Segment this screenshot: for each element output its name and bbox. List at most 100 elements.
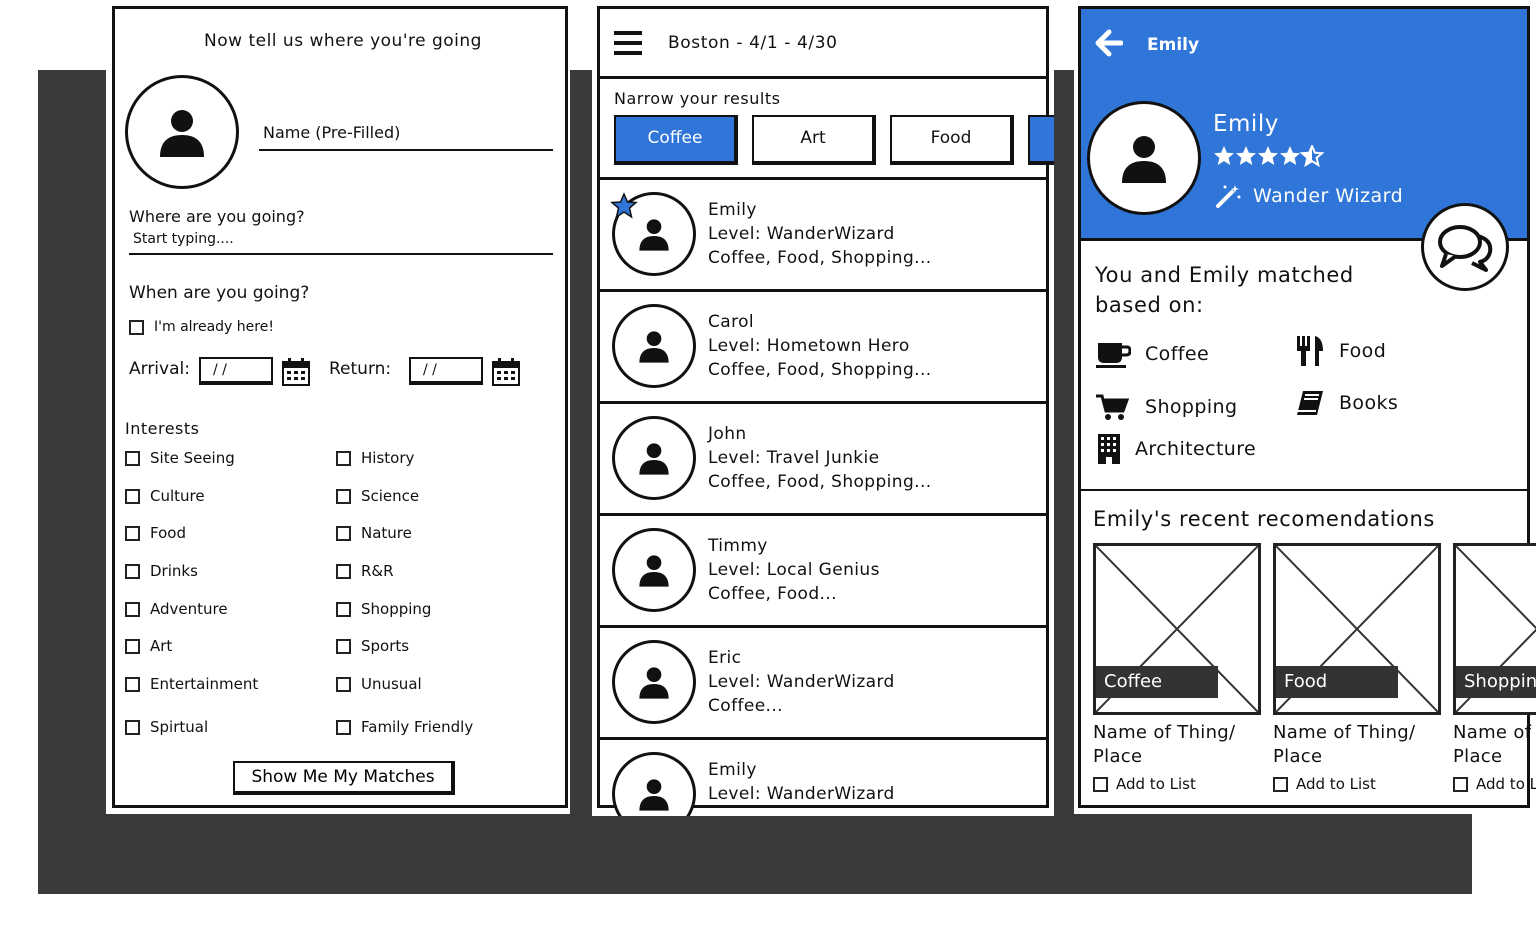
- result-level: Level: WanderWizard: [708, 784, 895, 804]
- interest-label: Sports: [361, 637, 410, 655]
- add-to-list-label: Add to List: [1116, 775, 1196, 793]
- interest-label: Entertainment: [150, 675, 259, 693]
- interest-option[interactable]: Site Seeing: [125, 449, 235, 467]
- result-interests: Coffee, Food, Shopping...: [708, 360, 932, 380]
- interest-option[interactable]: Unusual: [336, 675, 422, 693]
- category-tag: Food: [1276, 666, 1398, 698]
- user-icon: [639, 667, 669, 699]
- filter-food[interactable]: Food: [890, 115, 1014, 165]
- results-screen: Boston - 4/1 - 4/30 Narrow your results …: [592, 0, 1054, 816]
- avatar[interactable]: [125, 75, 239, 189]
- user-icon: [160, 110, 204, 157]
- result-name: John: [708, 424, 747, 444]
- result-interests: Coffee, Food, Shopping...: [708, 248, 932, 268]
- recommendation-card[interactable]: Food Name of Thing/Place Add to List: [1273, 543, 1441, 793]
- magic-wand-icon: [1216, 185, 1241, 208]
- user-icon: [1122, 136, 1166, 183]
- already-here-option[interactable]: I'm already here!: [129, 319, 274, 335]
- building-icon: [1098, 434, 1120, 464]
- interest-option[interactable]: Nature: [336, 524, 412, 542]
- interest-checkbox[interactable]: [336, 676, 351, 692]
- chat-button[interactable]: [1421, 203, 1509, 291]
- add-to-list-option[interactable]: Add to List: [1273, 775, 1441, 793]
- matched-interest-label: Books: [1339, 392, 1399, 414]
- interest-option[interactable]: History: [336, 449, 414, 467]
- arrival-date-input[interactable]: / /: [199, 357, 273, 385]
- recommendation-card[interactable]: Shopping Name of Thing/Place Add to List: [1453, 543, 1536, 793]
- interest-checkbox[interactable]: [125, 719, 140, 735]
- user-icon: [639, 443, 669, 475]
- category-tag: Coffee: [1096, 666, 1218, 698]
- add-to-list-label: Add to List: [1296, 775, 1376, 793]
- filter-art[interactable]: Art: [752, 115, 876, 165]
- interest-checkbox[interactable]: [336, 563, 351, 579]
- calendar-icon[interactable]: [491, 357, 521, 387]
- matched-interest-label: Architecture: [1135, 438, 1257, 460]
- list-item[interactable]: Carol Level: Hometown Hero Coffee, Food,…: [600, 292, 1046, 404]
- result-level: Level: Travel Junkie: [708, 448, 880, 468]
- interest-option[interactable]: Entertainment: [125, 675, 258, 693]
- interest-checkbox[interactable]: [336, 601, 351, 617]
- avatar: [1087, 101, 1201, 215]
- rating-stars-icon: [1214, 145, 1325, 167]
- interest-checkbox[interactable]: [336, 450, 351, 466]
- list-item[interactable]: Emily Level: WanderWizard Coffee, Food, …: [600, 180, 1046, 292]
- interest-option[interactable]: Sports: [336, 637, 409, 655]
- add-to-list-option[interactable]: Add to List: [1453, 775, 1536, 793]
- recommendation-card[interactable]: Coffee Name of Thing/Place Add to List: [1093, 543, 1261, 793]
- interests-heading: Interests: [125, 419, 200, 438]
- interest-checkbox[interactable]: [125, 638, 140, 654]
- avatar: [612, 416, 696, 500]
- interest-label: Spirtual: [150, 718, 209, 736]
- profile-screen: Emily Emily Wander Wizard You and Emily …: [1074, 0, 1536, 814]
- name-field[interactable]: Name (Pre-Filled): [259, 123, 553, 151]
- filter-coffee[interactable]: Coffee: [614, 115, 738, 165]
- calendar-icon[interactable]: [281, 357, 311, 387]
- return-date-input[interactable]: / /: [409, 357, 483, 385]
- interest-checkbox[interactable]: [336, 638, 351, 654]
- matched-interest-label: Food: [1339, 340, 1387, 362]
- add-to-list-checkbox[interactable]: [1273, 776, 1288, 792]
- destination-input[interactable]: Start typing....: [129, 231, 553, 255]
- interest-option[interactable]: Art: [125, 637, 172, 655]
- back-arrow-icon[interactable]: [1095, 29, 1123, 57]
- phone-frame: Boston - 4/1 - 4/30 Narrow your results …: [597, 6, 1054, 816]
- interest-checkbox[interactable]: [336, 719, 351, 735]
- interest-option[interactable]: Food: [125, 524, 186, 542]
- already-here-checkbox[interactable]: [129, 319, 144, 335]
- add-to-list-checkbox[interactable]: [1453, 776, 1468, 792]
- add-to-list-option[interactable]: Add to List: [1093, 775, 1261, 793]
- interest-option[interactable]: Family Friendly: [336, 718, 473, 736]
- interest-option[interactable]: Science: [336, 487, 419, 505]
- filter-more[interactable]: [1028, 115, 1054, 165]
- interest-option[interactable]: Culture: [125, 487, 205, 505]
- show-matches-button[interactable]: Show Me My Matches: [233, 761, 455, 795]
- interest-checkbox[interactable]: [336, 488, 351, 504]
- matched-interest: Books: [1295, 389, 1398, 417]
- result-level: Level: Local Genius: [708, 560, 880, 580]
- interest-checkbox[interactable]: [125, 450, 140, 466]
- list-item[interactable]: John Level: Travel Junkie Coffee, Food, …: [600, 404, 1046, 516]
- category-tag: Shopping: [1456, 666, 1536, 698]
- interest-option[interactable]: Drinks: [125, 562, 198, 580]
- interest-option[interactable]: Shopping: [336, 600, 431, 618]
- interest-label: Food: [150, 524, 186, 542]
- interest-checkbox[interactable]: [125, 601, 140, 617]
- list-item[interactable]: Eric Level: WanderWizard Coffee...: [600, 628, 1046, 740]
- list-item[interactable]: Emily Level: WanderWizard: [600, 740, 1046, 816]
- interest-checkbox[interactable]: [125, 525, 140, 541]
- list-item[interactable]: Timmy Level: Local Genius Coffee, Food..…: [600, 516, 1046, 628]
- interest-option[interactable]: Spirtual: [125, 718, 208, 736]
- interest-checkbox[interactable]: [125, 563, 140, 579]
- menu-icon[interactable]: [614, 31, 642, 55]
- card-title: Name of Thing/Place: [1453, 722, 1536, 767]
- result-level: Level: WanderWizard: [708, 672, 895, 692]
- interest-label: Site Seeing: [150, 449, 235, 467]
- add-to-list-checkbox[interactable]: [1093, 776, 1108, 792]
- interest-checkbox[interactable]: [125, 676, 140, 692]
- result-interests: Coffee...: [708, 696, 783, 716]
- interest-option[interactable]: R&R: [336, 562, 394, 580]
- interest-checkbox[interactable]: [125, 488, 140, 504]
- interest-option[interactable]: Adventure: [125, 600, 228, 618]
- interest-checkbox[interactable]: [336, 525, 351, 541]
